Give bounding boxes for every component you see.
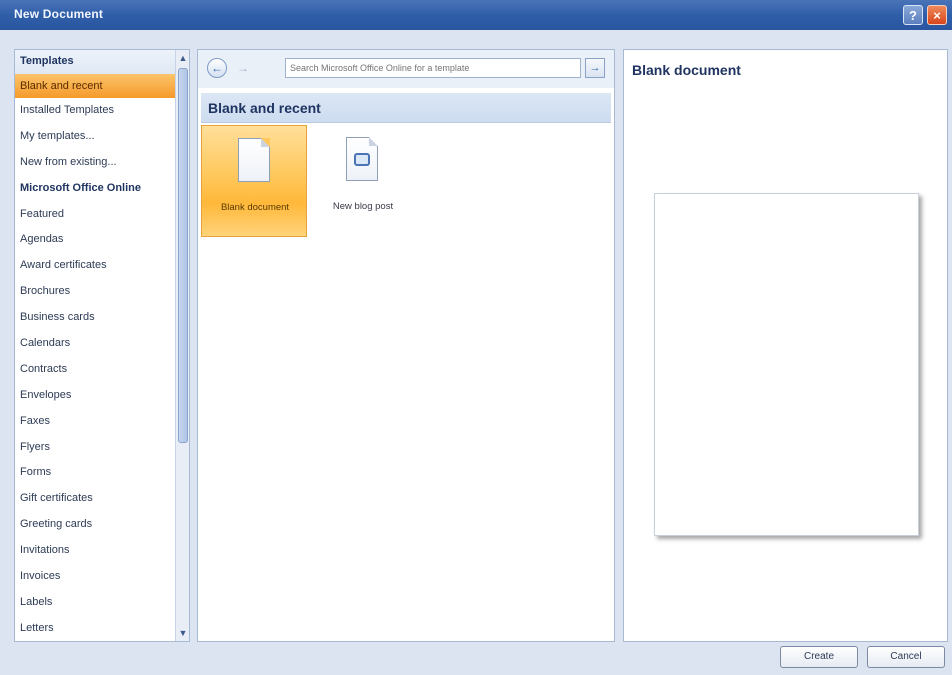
nav-item-agendas[interactable]: Agendas	[15, 227, 175, 253]
nav-item-installed-templates[interactable]: Installed Templates	[15, 98, 175, 124]
nav-item-new-from-existing[interactable]: New from existing...	[15, 150, 175, 176]
cancel-button[interactable]: Cancel	[867, 646, 945, 668]
close-icon[interactable]: ×	[927, 5, 947, 25]
forward-arrow-icon[interactable]: →	[233, 58, 253, 78]
new-blog-post-tile[interactable]: New blog post	[310, 125, 416, 237]
nav-item-letters[interactable]: Letters	[15, 616, 175, 641]
scroll-down-arrow-icon[interactable]: ▼	[176, 625, 189, 641]
nav-item-blank-and-recent[interactable]: Blank and recent	[15, 74, 175, 98]
nav-item-business-cards[interactable]: Business cards	[15, 305, 175, 331]
new-document-dialog: New Document ? × Templates Blank and rece…	[0, 0, 952, 675]
nav-item-greeting-cards[interactable]: Greeting cards	[15, 512, 175, 538]
nav-item-flyers[interactable]: Flyers	[15, 435, 175, 461]
template-search-input[interactable]	[285, 58, 581, 78]
nav-item-invitations[interactable]: Invitations	[15, 538, 175, 564]
blank-document-icon	[238, 138, 270, 182]
nav-item-brochures[interactable]: Brochures	[15, 279, 175, 305]
tile-label: Blank document	[220, 202, 290, 213]
preview-title: Blank document	[632, 62, 741, 78]
nav-header-templates: Templates	[15, 50, 175, 74]
nav-header-microsoft-office-online: Microsoft Office Online	[20, 181, 142, 194]
nav-item-faxes[interactable]: Faxes	[15, 409, 175, 435]
scroll-thumb[interactable]	[178, 68, 188, 443]
help-icon[interactable]: ?	[903, 5, 923, 25]
scroll-up-arrow-icon[interactable]: ▲	[176, 50, 189, 66]
gallery-toolbar: ← → →	[198, 50, 614, 88]
nav-item-award-certificates[interactable]: Award certificates	[15, 253, 175, 279]
title-bar: New Document ? ×	[0, 0, 952, 30]
blank-document-tile[interactable]: Blank document	[201, 125, 307, 237]
nav-item-envelopes[interactable]: Envelopes	[15, 383, 175, 409]
nav-item-labels[interactable]: Labels	[15, 590, 175, 616]
blog-mark-icon	[354, 153, 370, 166]
template-gallery-pane: ← → → Blank and recent Blank document Ne…	[197, 49, 615, 642]
back-arrow-icon[interactable]: ←	[207, 58, 227, 78]
preview-pane: Blank document	[623, 49, 948, 642]
create-button[interactable]: Create	[780, 646, 858, 668]
nav-item-calendars[interactable]: Calendars	[15, 331, 175, 357]
document-preview-thumbnail	[654, 193, 919, 536]
search-go-icon[interactable]: →	[585, 58, 605, 78]
nav-item-contracts[interactable]: Contracts	[15, 357, 175, 383]
nav-item-invoices[interactable]: Invoices	[15, 564, 175, 590]
nav-item-gift-certificates[interactable]: Gift certificates	[15, 486, 175, 512]
section-title: Blank and recent	[201, 93, 611, 123]
template-categories-pane: Templates Blank and recent Installed Templ…	[14, 49, 190, 642]
window-title: New Document	[14, 7, 104, 21]
category-list: Templates Blank and recent Installed Templ…	[15, 50, 175, 641]
nav-item-featured[interactable]: Featured	[15, 202, 175, 228]
tile-label: New blog post	[332, 201, 394, 212]
nav-item-forms[interactable]: Forms	[15, 460, 175, 486]
nav-item-my-templates[interactable]: My templates...	[15, 124, 175, 150]
blog-post-icon	[346, 137, 378, 181]
category-scrollbar[interactable]: ▲ ▼	[175, 50, 189, 641]
